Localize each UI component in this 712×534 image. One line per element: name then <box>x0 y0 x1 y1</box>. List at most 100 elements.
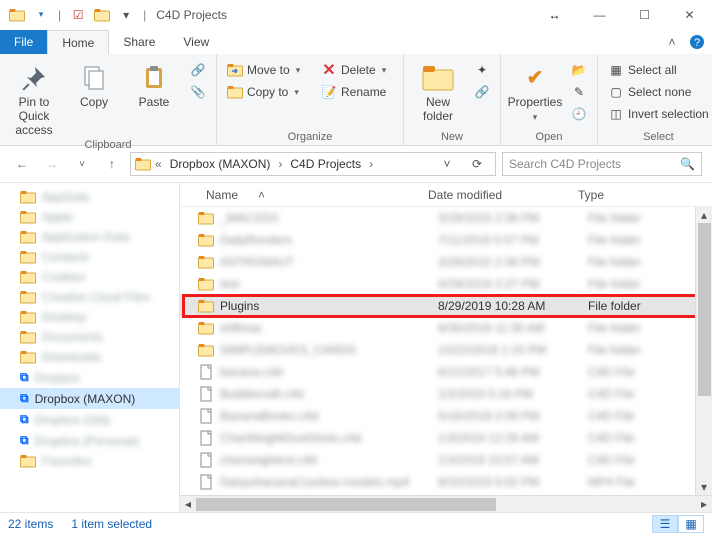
file-row[interactable]: test5/29/2019 2:27 PMFile folder <box>180 273 712 295</box>
copy-button[interactable]: Copy <box>66 58 122 137</box>
view-icons-button[interactable]: ▦ <box>678 515 704 533</box>
file-row[interactable]: charweightest.c4d1/3/2019 10:57 AMC4D Fi… <box>180 449 712 471</box>
tab-view[interactable]: View <box>169 30 223 54</box>
paste-shortcut-button[interactable]: 📎 <box>186 82 210 102</box>
nav-item[interactable]: ⧉Dropbox (MAXON) <box>0 388 179 409</box>
horizontal-scrollbar[interactable]: ◂ ▸ <box>180 495 712 512</box>
breadcrumb-seg2[interactable]: C4D Projects <box>286 157 365 171</box>
ribbon-expand-button[interactable]: ˄ <box>662 30 682 54</box>
file-type: File folder <box>588 321 712 335</box>
rename-button[interactable]: 📝 Rename <box>317 82 397 102</box>
column-date[interactable]: Date modified <box>428 188 578 202</box>
nav-item[interactable]: Apple <box>0 207 179 227</box>
addr-dropdown-button[interactable]: ˅ <box>433 157 461 171</box>
view-details-button[interactable]: ☰ <box>652 515 678 533</box>
search-placeholder: Search C4D Projects <box>509 157 621 171</box>
file-row[interactable]: DaisyshacanaCryobox-models.mp48/10/2019 … <box>180 471 712 493</box>
close-button[interactable]: ✕ <box>667 0 712 30</box>
nav-item[interactable]: Documents <box>0 327 179 347</box>
move-to-button[interactable]: Move to▾ <box>223 60 313 80</box>
file-name: Bubblecraft.c4d <box>220 387 438 401</box>
file-date: 1/3/2019 10:57 AM <box>438 453 588 467</box>
file-row[interactable]: shffmax8/30/2019 11:35 AMFile folder <box>180 317 712 339</box>
qat-arrow-down-icon[interactable]: ▾ <box>30 4 52 26</box>
chevron-right-icon[interactable]: › <box>276 157 284 171</box>
file-type: File folder <box>588 233 712 247</box>
column-type[interactable]: Type <box>578 188 712 202</box>
qat-folder2-icon[interactable] <box>91 4 113 26</box>
file-date: 3/29/2015 2:36 PM <box>438 211 588 225</box>
nav-item[interactable]: Contacts <box>0 247 179 267</box>
scroll-down-icon[interactable]: ▾ <box>696 479 712 495</box>
nav-item[interactable]: Application Data <box>0 227 179 247</box>
pin-to-quick-access-button[interactable]: Pin to Quick access <box>6 58 62 137</box>
resize-horizontal-icon[interactable]: ↔ <box>532 0 577 30</box>
copy-to-label: Copy to <box>247 85 288 99</box>
tab-file[interactable]: File <box>0 30 47 54</box>
invert-selection-button[interactable]: ◫Invert selection <box>604 104 712 124</box>
file-row[interactable]: BananaBonko.c4d5/16/2018 2:09 PMC4D File <box>180 405 712 427</box>
nav-forward-button[interactable]: → <box>40 152 64 176</box>
maximize-button[interactable]: ☐ <box>622 0 667 30</box>
refresh-button[interactable]: ⟳ <box>463 157 491 171</box>
file-date: 10/22/2018 1:15 PM <box>438 343 588 357</box>
nav-item[interactable]: ⧉Dropbox <box>0 367 179 388</box>
ribbon-group-organize: Move to▾ Copy to▾ ✕ Delete▾ 📝 Rename Org… <box>217 54 404 145</box>
open-button[interactable]: 📂 <box>567 60 591 80</box>
nav-item[interactable]: Downloads <box>0 347 179 367</box>
qat-menu-chevron-icon[interactable]: ▾ <box>115 4 137 26</box>
minimize-button[interactable]: — <box>577 0 622 30</box>
easy-access-button[interactable]: 🔗 <box>470 82 494 102</box>
qat-folder-icon[interactable] <box>6 4 28 26</box>
address-bar[interactable]: « Dropbox (MAXON) › C4D Projects › ˅ ⟳ <box>130 152 496 176</box>
file-row[interactable]: banana.c4d6/12/2017 5:46 PMC4D File <box>180 361 712 383</box>
file-type: File folder <box>588 277 712 291</box>
search-input[interactable]: Search C4D Projects 🔍 <box>502 152 702 176</box>
copy-to-button[interactable]: Copy to▾ <box>223 82 313 102</box>
sort-asc-icon: ˄ <box>258 188 265 202</box>
qat-check-icon[interactable]: ☑ <box>67 4 89 26</box>
history-button[interactable]: 🕘 <box>567 104 591 124</box>
breadcrumb-seg1[interactable]: Dropbox (MAXON) <box>166 157 275 171</box>
select-none-button[interactable]: ▢Select none <box>604 82 712 102</box>
tab-home[interactable]: Home <box>47 30 109 54</box>
file-row[interactable]: Plugins8/29/2019 10:28 AMFile folder <box>180 295 712 317</box>
nav-item[interactable]: Cookies <box>0 267 179 287</box>
edit-button[interactable]: ✎ <box>567 82 591 102</box>
properties-button[interactable]: ✔ Properties ▾ <box>507 58 563 129</box>
folder-icon <box>198 276 214 292</box>
scroll-up-icon[interactable]: ▴ <box>696 207 712 223</box>
nav-up-button[interactable]: ↑ <box>100 152 124 176</box>
nav-item[interactable]: ⧉Dropbox (Personal) <box>0 430 179 451</box>
file-row[interactable]: DailyRenders7/11/2019 5:07 PMFile folder <box>180 229 712 251</box>
help-button[interactable]: ? <box>682 30 712 54</box>
paste-button[interactable]: Paste <box>126 58 182 137</box>
nav-item[interactable]: Desktop <box>0 307 179 327</box>
scroll-right-icon[interactable]: ▸ <box>696 496 712 512</box>
nav-item[interactable]: Favorites <box>0 451 179 471</box>
scroll-thumb-horizontal[interactable] <box>196 498 496 511</box>
nav-recent-button[interactable]: ˅ <box>70 152 94 176</box>
scroll-left-icon[interactable]: ◂ <box>180 496 196 512</box>
chevron-right2-icon[interactable]: › <box>367 157 375 171</box>
column-name[interactable]: Name˄ <box>180 188 428 202</box>
file-row[interactable]: CharWeightDustShots.c4d1/3/2019 12:29 AM… <box>180 427 712 449</box>
file-row[interactable]: SIMPLEMOVES_CARDS10/22/2018 1:15 PMFile … <box>180 339 712 361</box>
nav-back-button[interactable]: ← <box>10 152 34 176</box>
copy-path-button[interactable]: 🔗 <box>186 60 210 80</box>
select-all-button[interactable]: ▦Select all <box>604 60 712 80</box>
file-row[interactable]: Bubblecraft.c4d1/2/2019 5:16 PMC4D File <box>180 383 712 405</box>
file-row[interactable]: _MACOSX3/29/2015 2:36 PMFile folder <box>180 207 712 229</box>
file-row[interactable]: ASTRONAUT3/29/2015 2:36 PMFile folder <box>180 251 712 273</box>
new-item-button[interactable]: ✦ <box>470 60 494 80</box>
nav-item[interactable]: ⧉Dropbox (Old) <box>0 409 179 430</box>
new-folder-button[interactable]: New folder <box>410 58 466 129</box>
vertical-scrollbar[interactable]: ▴ ▾ <box>695 207 712 495</box>
folder-icon <box>20 190 36 204</box>
tab-share[interactable]: Share <box>109 30 169 54</box>
nav-item[interactable]: Creative Cloud Files <box>0 287 179 307</box>
navigation-pane[interactable]: AppDataAppleApplication DataContactsCook… <box>0 183 180 512</box>
delete-button[interactable]: ✕ Delete▾ <box>317 60 397 80</box>
nav-item[interactable]: AppData <box>0 187 179 207</box>
scroll-thumb-vertical[interactable] <box>698 223 711 396</box>
